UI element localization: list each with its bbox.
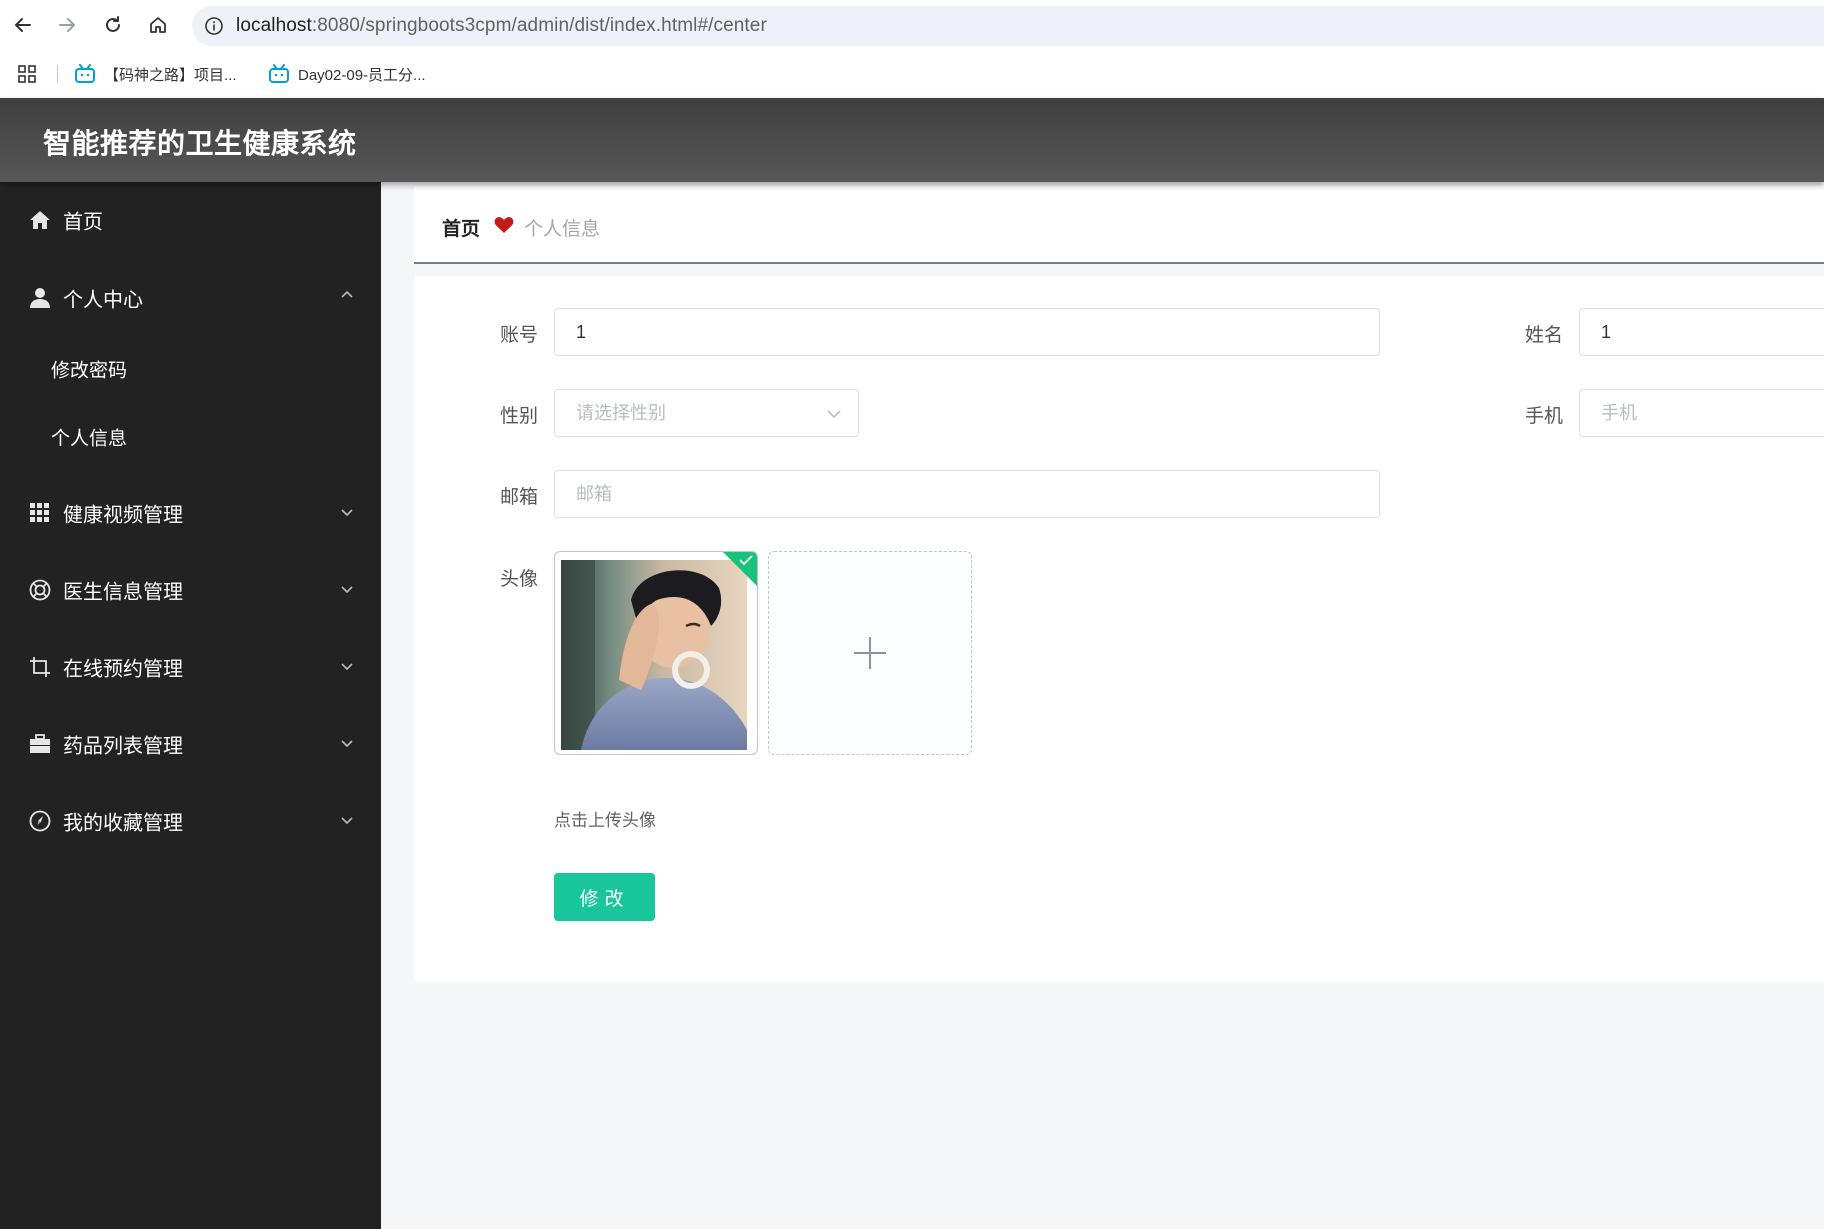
briefcase-icon bbox=[28, 732, 52, 756]
bilibili-icon bbox=[75, 64, 95, 83]
bookmark-item[interactable]: Day02-09-员工分... bbox=[268, 62, 426, 86]
chevron-down-icon bbox=[341, 586, 353, 594]
user-icon bbox=[28, 286, 52, 310]
sidebar-item-label: 医生信息管理 bbox=[63, 581, 183, 604]
lifebuoy-icon bbox=[28, 578, 52, 602]
plus-icon bbox=[854, 637, 886, 669]
uploaded-check-icon bbox=[723, 552, 757, 586]
breadcrumb: 首页 个人信息 bbox=[414, 186, 1824, 264]
sidebar-subitem-label: 个人信息 bbox=[51, 428, 128, 450]
crop-icon bbox=[28, 655, 52, 679]
sidebar-item-medicine-list[interactable]: 药品列表管理 bbox=[0, 714, 381, 774]
url-text: localhost:8080/springboots3cpm/admin/dis… bbox=[236, 15, 767, 37]
sidebar-item-my-favorites[interactable]: 我的收藏管理 bbox=[0, 791, 381, 851]
bookmark-label: Day02-09-员工分... bbox=[298, 66, 426, 84]
sidebar-subitem-personal-info[interactable]: 个人信息 bbox=[0, 409, 381, 465]
sidebar-item-personal-center[interactable]: 个人中心 bbox=[0, 268, 381, 328]
breadcrumb-home[interactable]: 首页 bbox=[442, 214, 480, 241]
gender-select[interactable]: 请选择性别 bbox=[554, 389, 859, 437]
email-label: 邮箱 bbox=[499, 487, 538, 508]
sidebar-item-label: 我的收藏管理 bbox=[63, 812, 183, 835]
sidebar-item-doctor-info[interactable]: 医生信息管理 bbox=[0, 560, 381, 620]
gender-label: 性别 bbox=[499, 406, 538, 427]
bilibili-icon bbox=[269, 64, 289, 83]
sidebar-item-label: 个人中心 bbox=[63, 289, 143, 312]
browser-toolbar: localhost:8080/springboots3cpm/admin/dis… bbox=[0, 0, 1824, 98]
app-header: 智能推荐的卫生健康系统 bbox=[0, 98, 1824, 182]
site-info-icon[interactable] bbox=[204, 16, 224, 41]
account-label: 账号 bbox=[499, 325, 538, 346]
sidebar: 首页 个人中心 修改密码 个人信息 健康视频管理 医生信息管理 在线预约管理 药… bbox=[0, 182, 381, 1229]
avatar bbox=[561, 560, 747, 750]
email-input[interactable]: 邮箱 bbox=[554, 470, 1380, 518]
address-bar[interactable]: localhost:8080/springboots3cpm/admin/dis… bbox=[192, 6, 1824, 46]
sidebar-item-online-appointment[interactable]: 在线预约管理 bbox=[0, 637, 381, 697]
phone-input[interactable]: 手机 bbox=[1579, 389, 1824, 437]
sidebar-item-home[interactable]: 首页 bbox=[0, 190, 381, 250]
sidebar-subitem-label: 修改密码 bbox=[51, 360, 128, 382]
url-path: :8080/springboots3cpm/admin/dist/index.h… bbox=[311, 15, 767, 36]
forward-icon[interactable] bbox=[52, 10, 82, 40]
chevron-down-icon bbox=[341, 663, 353, 671]
sidebar-item-health-video[interactable]: 健康视频管理 bbox=[0, 483, 381, 543]
sidebar-subitem-change-password[interactable]: 修改密码 bbox=[0, 341, 381, 397]
chevron-down-icon bbox=[341, 817, 353, 825]
app-title: 智能推荐的卫生健康系统 bbox=[43, 128, 357, 159]
apps-icon[interactable] bbox=[17, 64, 37, 89]
bookmark-item[interactable]: 【码神之路】项目... bbox=[74, 62, 237, 86]
name-input[interactable]: 1 bbox=[1579, 308, 1824, 356]
home-icon bbox=[28, 208, 52, 232]
bookmark-separator bbox=[57, 65, 58, 83]
chevron-down-icon bbox=[341, 509, 353, 517]
bookmark-label: 【码神之路】项目... bbox=[104, 66, 237, 84]
bookmarks-bar: 【码神之路】项目... Day02-09-员工分... bbox=[0, 56, 1824, 90]
account-input[interactable]: 1 bbox=[554, 308, 1380, 356]
phone-label: 手机 bbox=[1524, 406, 1563, 427]
chevron-down-icon bbox=[827, 410, 841, 419]
sidebar-item-label: 在线预约管理 bbox=[63, 658, 183, 681]
gender-placeholder: 请选择性别 bbox=[576, 403, 666, 423]
upload-tip: 点击上传头像 bbox=[554, 811, 656, 830]
grid-icon bbox=[28, 501, 52, 525]
back-icon[interactable] bbox=[8, 10, 38, 40]
heart-icon bbox=[494, 216, 514, 239]
chevron-down-icon bbox=[341, 740, 353, 748]
breadcrumb-current: 个人信息 bbox=[524, 219, 601, 240]
name-label: 姓名 bbox=[1524, 325, 1563, 346]
url-host: localhost bbox=[236, 15, 312, 36]
submit-button[interactable]: 修改 bbox=[554, 873, 655, 921]
home-nav-icon[interactable] bbox=[143, 10, 173, 40]
upload-avatar-button[interactable] bbox=[768, 551, 972, 755]
avatar-thumbnail[interactable] bbox=[554, 551, 758, 755]
sidebar-item-label: 药品列表管理 bbox=[63, 735, 183, 758]
sidebar-item-label: 首页 bbox=[63, 211, 103, 234]
avatar-label: 头像 bbox=[499, 569, 538, 590]
chevron-up-icon bbox=[341, 290, 353, 298]
reload-icon[interactable] bbox=[98, 10, 128, 40]
compass-icon bbox=[28, 809, 52, 833]
sidebar-item-label: 健康视频管理 bbox=[63, 504, 183, 527]
